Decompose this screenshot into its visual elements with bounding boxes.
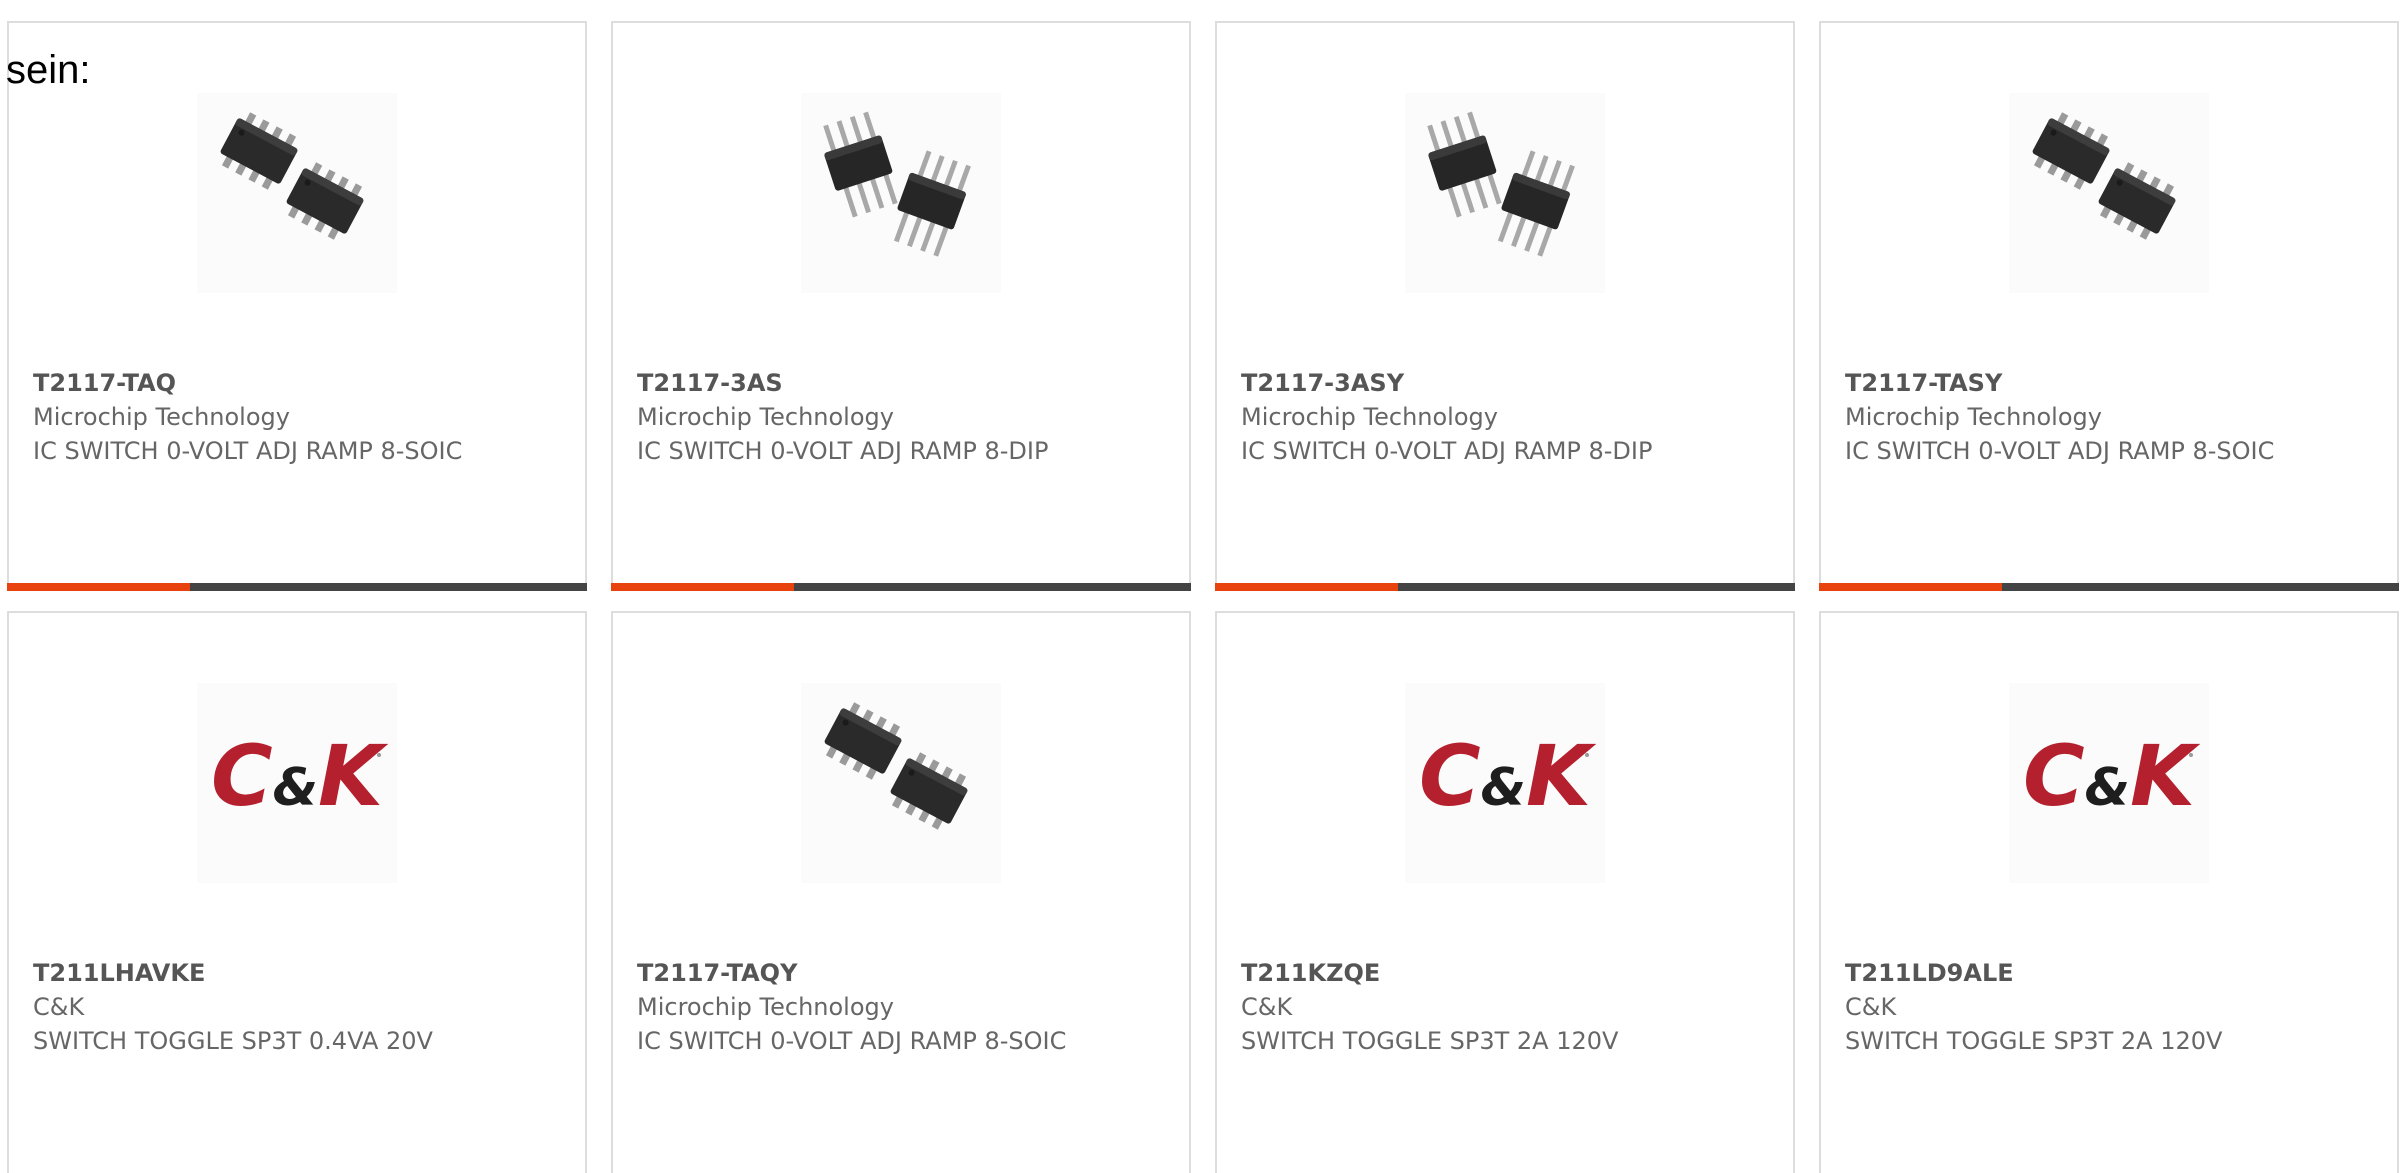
manufacturer-name: Microchip Technology (637, 403, 894, 431)
product-info: T2117-3AS Microchip Technology IC SWITCH… (637, 366, 1077, 468)
part-number[interactable]: T2117-TAQ (33, 366, 473, 400)
product-description: IC SWITCH 0-VOLT ADJ RAMP 8-DIP (1241, 437, 1653, 465)
product-card[interactable]: T2117-TAQ Microchip Technology IC SWITCH… (7, 21, 587, 591)
ck-logo: C&K (1405, 683, 1605, 883)
dip-chip-icon (801, 93, 1001, 293)
product-image[interactable] (197, 93, 397, 293)
part-number[interactable]: T211LHAVKE (33, 956, 473, 990)
card-accent-bar (7, 583, 190, 591)
product-card[interactable]: C&K T211LD9ALE C&K SWITCH TOGGLE SP3T 2A… (1819, 611, 2399, 1173)
product-image[interactable]: C&K (1405, 683, 1605, 883)
manufacturer-name: C&K (1845, 993, 1897, 1021)
product-description: SWITCH TOGGLE SP3T 2A 120V (1241, 1027, 1619, 1055)
part-number[interactable]: T211LD9ALE (1845, 956, 2285, 990)
product-image[interactable] (1405, 93, 1605, 293)
card-accent-bar (1819, 583, 2002, 591)
product-card[interactable]: T2117-TASY Microchip Technology IC SWITC… (1819, 21, 2399, 591)
product-description: IC SWITCH 0-VOLT ADJ RAMP 8-DIP (637, 437, 1049, 465)
product-card[interactable]: T2117-3AS Microchip Technology IC SWITCH… (611, 21, 1191, 591)
product-grid: T2117-TAQ Microchip Technology IC SWITCH… (7, 21, 2399, 1173)
manufacturer-name: Microchip Technology (1241, 403, 1498, 431)
product-info: T211LD9ALE C&K SWITCH TOGGLE SP3T 2A 120… (1845, 956, 2285, 1058)
product-info: T211KZQE C&K SWITCH TOGGLE SP3T 2A 120V (1241, 956, 1681, 1058)
product-description: IC SWITCH 0-VOLT ADJ RAMP 8-SOIC (1845, 437, 2275, 465)
product-info: T211LHAVKE C&K SWITCH TOGGLE SP3T 0.4VA … (33, 956, 473, 1058)
product-description: IC SWITCH 0-VOLT ADJ RAMP 8-SOIC (33, 437, 463, 465)
card-progress-bar (611, 583, 1191, 591)
intro-text: sein: (6, 48, 91, 92)
product-image[interactable]: C&K (2009, 683, 2209, 883)
ck-logo: C&K (2009, 683, 2209, 883)
part-number[interactable]: T2117-3ASY (1241, 366, 1681, 400)
product-card[interactable]: C&K T211KZQE C&K SWITCH TOGGLE SP3T 2A 1… (1215, 611, 1795, 1173)
product-image[interactable]: C&K (197, 683, 397, 883)
product-info: T2117-TAQY Microchip Technology IC SWITC… (637, 956, 1077, 1058)
part-number[interactable]: T2117-TASY (1845, 366, 2285, 400)
soic-chip-icon (2009, 93, 2209, 293)
card-progress-bar (1819, 583, 2399, 591)
card-progress-bar (1215, 583, 1795, 591)
product-info: T2117-TAQ Microchip Technology IC SWITCH… (33, 366, 473, 468)
product-image[interactable] (801, 683, 1001, 883)
manufacturer-name: Microchip Technology (1845, 403, 2102, 431)
part-number[interactable]: T2117-TAQY (637, 956, 1077, 990)
manufacturer-name: Microchip Technology (637, 993, 894, 1021)
manufacturer-name: C&K (1241, 993, 1293, 1021)
product-info: T2117-3ASY Microchip Technology IC SWITC… (1241, 366, 1681, 468)
part-number[interactable]: T211KZQE (1241, 956, 1681, 990)
soic-chip-icon (801, 683, 1001, 883)
manufacturer-name: Microchip Technology (33, 403, 290, 431)
part-number[interactable]: T2117-3AS (637, 366, 1077, 400)
product-description: SWITCH TOGGLE SP3T 0.4VA 20V (33, 1027, 433, 1055)
product-card[interactable]: C&K T211LHAVKE C&K SWITCH TOGGLE SP3T 0.… (7, 611, 587, 1173)
product-card[interactable]: T2117-3ASY Microchip Technology IC SWITC… (1215, 21, 1795, 591)
dip-chip-icon (1405, 93, 1605, 293)
card-progress-bar (7, 583, 587, 591)
product-description: SWITCH TOGGLE SP3T 2A 120V (1845, 1027, 2223, 1055)
manufacturer-name: C&K (33, 993, 85, 1021)
product-description: IC SWITCH 0-VOLT ADJ RAMP 8-SOIC (637, 1027, 1067, 1055)
card-accent-bar (1215, 583, 1398, 591)
soic-chip-icon (197, 93, 397, 293)
product-image[interactable] (801, 93, 1001, 293)
page: sein: T2117-TAQ Microchip Technology IC … (0, 0, 2400, 1173)
ck-logo: C&K (197, 683, 397, 883)
card-accent-bar (611, 583, 794, 591)
product-image[interactable] (2009, 93, 2209, 293)
product-info: T2117-TASY Microchip Technology IC SWITC… (1845, 366, 2285, 468)
product-card[interactable]: T2117-TAQY Microchip Technology IC SWITC… (611, 611, 1191, 1173)
